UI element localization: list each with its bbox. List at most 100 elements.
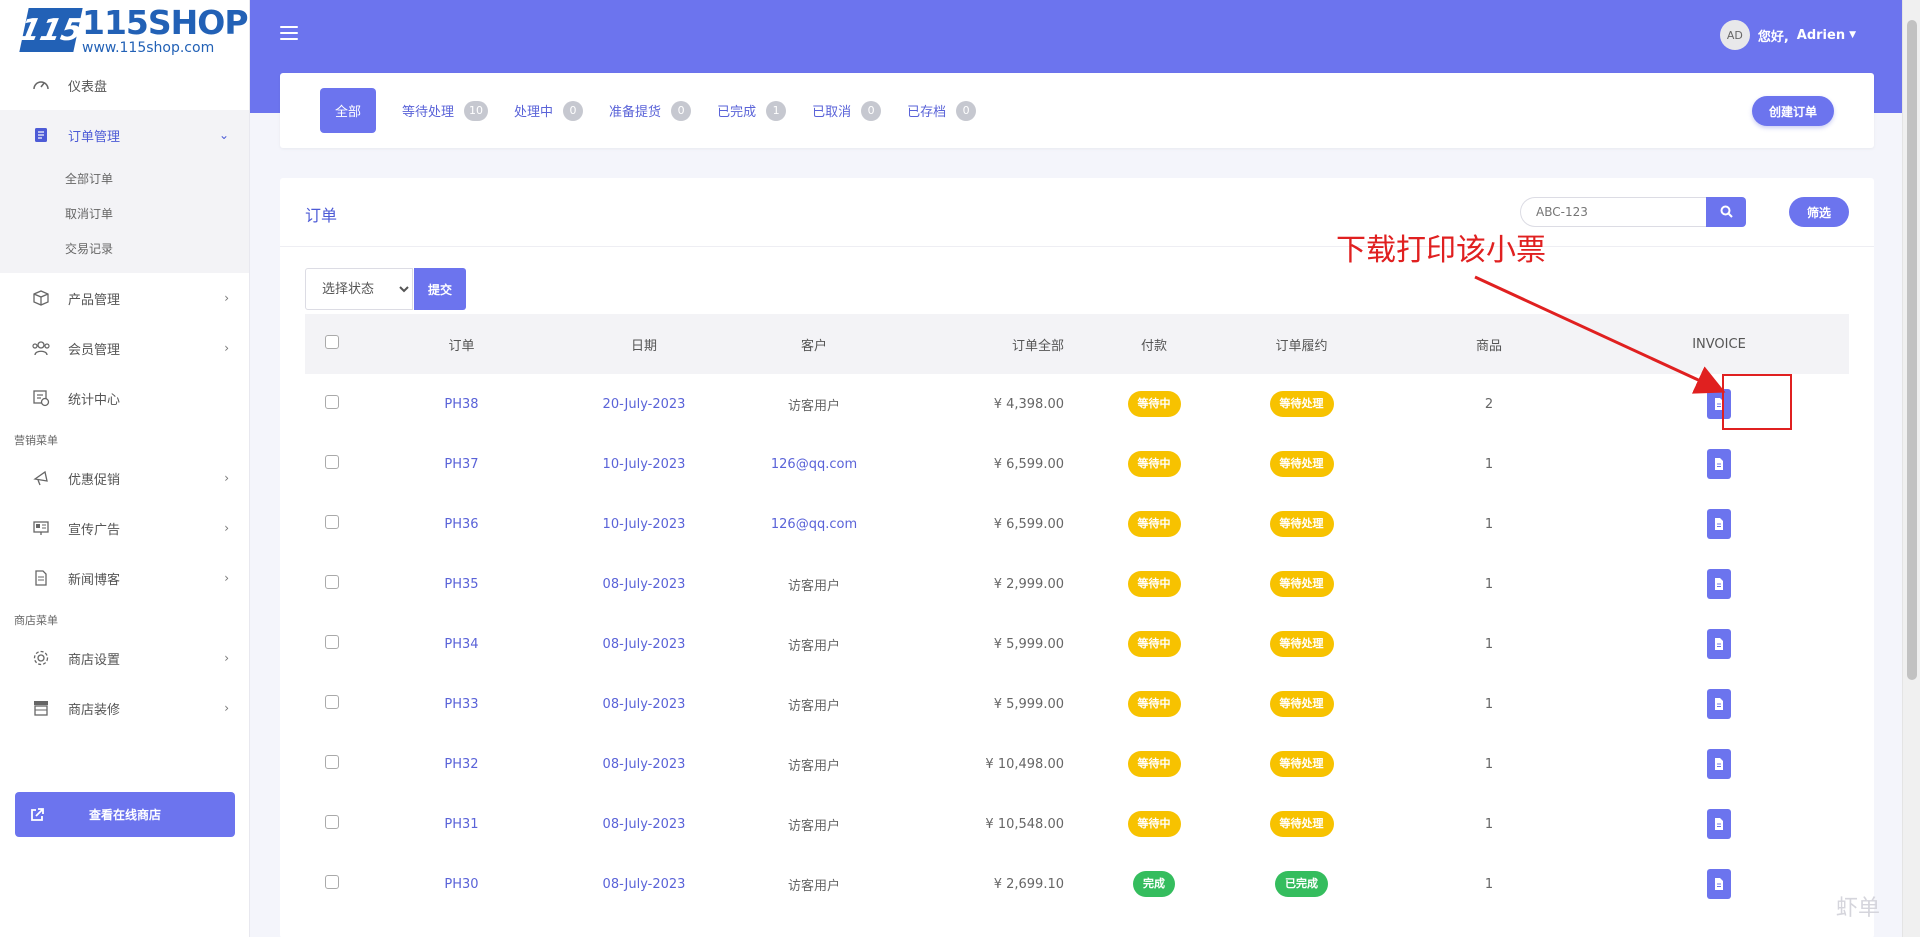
order-date[interactable]: 10-July-2023 <box>603 517 686 532</box>
order-total: ¥ 2,999.00 <box>993 576 1064 592</box>
row-checkbox[interactable] <box>325 815 339 829</box>
subnav-all-orders[interactable]: 全部订单 <box>0 162 249 197</box>
greeting: 您好, <box>1757 29 1789 45</box>
fulfillment-status-badge: 等待处理 <box>1269 451 1334 477</box>
sidebar-item-dashboard[interactable]: 仪表盘 <box>0 60 249 110</box>
table-row[interactable]: PH36 10-July-2023 126@qq.com ¥ 6,599.00 等待中 等… <box>305 494 1849 554</box>
order-date[interactable]: 08-July-2023 <box>603 697 686 712</box>
row-checkbox[interactable] <box>325 695 339 709</box>
order-date[interactable]: 08-July-2023 <box>603 877 686 892</box>
order-id-link[interactable]: PH37 <box>444 457 478 472</box>
table-row[interactable]: PH30 08-July-2023 访客用户 ¥ 2,699.10 完成 已完成 1 <box>305 854 1849 914</box>
sidebar-item-shop-settings[interactable]: 商店设置 › <box>0 633 249 683</box>
row-checkbox[interactable] <box>325 635 339 649</box>
tab-processing[interactable]: 处理中 0 <box>514 100 584 121</box>
tab-cancelled[interactable]: 已取消 0 <box>812 100 882 121</box>
order-id-link[interactable]: PH33 <box>444 697 478 712</box>
invoice-download-button[interactable] <box>1707 569 1731 599</box>
status-select[interactable]: 选择状态 <box>305 268 413 310</box>
file-icon <box>1714 698 1724 710</box>
order-date[interactable]: 08-July-2023 <box>603 817 686 832</box>
menu-toggle-icon[interactable] <box>280 26 298 42</box>
annotation-text: 下载打印该小票 <box>1336 233 1546 268</box>
invoice-download-button[interactable] <box>1707 749 1731 779</box>
tab-completed[interactable]: 已完成 1 <box>717 100 787 121</box>
search-input[interactable] <box>1520 197 1706 227</box>
subnav-transactions[interactable]: 交易记录 <box>0 232 249 267</box>
invoice-download-button[interactable] <box>1707 629 1731 659</box>
sidebar-item-statistics[interactable]: 统计中心 <box>0 373 249 423</box>
section-title-shop: 商店菜单 <box>14 614 58 627</box>
order-date[interactable]: 08-July-2023 <box>603 757 686 772</box>
order-total: ¥ 10,548.00 <box>985 816 1064 832</box>
customer[interactable]: 126@qq.com <box>771 517 857 532</box>
order-date[interactable]: 08-July-2023 <box>603 577 686 592</box>
order-id-link[interactable]: PH34 <box>444 637 478 652</box>
column-header-fulfillment: 订单履约 <box>1275 338 1328 354</box>
sidebar-item-promotions[interactable]: 优惠促销 › <box>0 453 249 503</box>
table-row[interactable]: PH38 20-July-2023 访客用户 ¥ 4,398.00 等待中 等待处理 2 <box>305 374 1849 434</box>
stats-icon <box>30 387 52 409</box>
order-date[interactable]: 08-July-2023 <box>603 637 686 652</box>
order-date[interactable]: 10-July-2023 <box>603 457 686 472</box>
subnav-cancelled-orders[interactable]: 取消订单 <box>0 197 249 232</box>
invoice-download-button[interactable] <box>1707 869 1731 899</box>
sidebar-item-orders[interactable]: 订单管理 ⌄ <box>0 110 249 160</box>
order-id-link[interactable]: PH38 <box>444 397 478 412</box>
tab-pending[interactable]: 等待处理 10 <box>402 100 489 121</box>
invoice-download-button[interactable] <box>1707 449 1731 479</box>
customer[interactable]: 126@qq.com <box>771 457 857 472</box>
row-checkbox[interactable] <box>325 575 339 589</box>
row-checkbox[interactable] <box>325 755 339 769</box>
search-button[interactable] <box>1706 197 1746 227</box>
tab-archived[interactable]: 已存档 0 <box>907 100 977 121</box>
sidebar-item-products[interactable]: 产品管理 › <box>0 273 249 323</box>
order-id-link[interactable]: PH30 <box>444 877 478 892</box>
sidebar-item-members[interactable]: 会员管理 › <box>0 323 249 373</box>
order-total: ¥ 4,398.00 <box>993 396 1064 412</box>
file-icon <box>1714 878 1724 890</box>
filter-button[interactable]: 筛选 <box>1789 197 1849 227</box>
payment-status-badge: 等待中 <box>1127 751 1181 777</box>
row-checkbox[interactable] <box>325 875 339 889</box>
fulfillment-status-badge: 等待处理 <box>1269 511 1334 537</box>
tab-all[interactable]: 全部 <box>320 88 377 133</box>
fulfillment-status-badge: 等待处理 <box>1269 811 1334 837</box>
invoice-download-button[interactable] <box>1707 509 1731 539</box>
order-date[interactable]: 20-July-2023 <box>603 397 686 412</box>
scrollbar[interactable] <box>1902 0 1920 937</box>
submit-button[interactable]: 提交 <box>414 268 466 310</box>
visit-online-shop-button[interactable]: 查看在线商店 <box>15 792 235 837</box>
table-row[interactable]: PH37 10-July-2023 126@qq.com ¥ 6,599.00 等待中 等… <box>305 434 1849 494</box>
create-order-button[interactable]: 创建订单 <box>1752 96 1834 126</box>
customer: 访客用户 <box>787 818 840 834</box>
table-row[interactable]: PH34 08-July-2023 访客用户 ¥ 5,999.00 等待中 等待处理 1 <box>305 614 1849 674</box>
brand-logo[interactable]: 115 115SHOP www.115shop.com <box>0 0 249 60</box>
user-menu[interactable]: AD 您好, Adrien ▼ <box>1719 20 1856 50</box>
scrollbar-thumb[interactable] <box>1907 20 1917 680</box>
row-checkbox[interactable] <box>325 395 339 409</box>
sidebar-item-label: 宣传广告 <box>68 522 121 538</box>
order-id-link[interactable]: PH32 <box>444 757 478 772</box>
invoice-download-button[interactable] <box>1707 689 1731 719</box>
column-header-order: 订单 <box>448 338 475 354</box>
sidebar-item-news[interactable]: 新闻博客 › <box>0 553 249 603</box>
order-id-link[interactable]: PH35 <box>444 577 478 592</box>
tab-label: 全部 <box>335 105 362 120</box>
tab-ready-for-pickup[interactable]: 准备提货 0 <box>609 100 692 121</box>
sidebar-item-shop-decoration[interactable]: 商店装修 › <box>0 683 249 733</box>
order-id-link[interactable]: PH36 <box>444 517 478 532</box>
table-row[interactable]: PH35 08-July-2023 访客用户 ¥ 2,999.00 等待中 等待处理 1 <box>305 554 1849 614</box>
item-count: 2 <box>1484 396 1494 412</box>
row-checkbox[interactable] <box>325 455 339 469</box>
invoice-download-button[interactable] <box>1707 809 1731 839</box>
select-all-checkbox[interactable] <box>325 335 339 349</box>
row-checkbox[interactable] <box>325 515 339 529</box>
tab-label: 已取消 <box>812 105 852 120</box>
table-row[interactable]: PH33 08-July-2023 访客用户 ¥ 5,999.00 等待中 等待处理 1 <box>305 674 1849 734</box>
order-id-link[interactable]: PH31 <box>444 817 478 832</box>
sidebar-item-ads[interactable]: 宣传广告 › <box>0 503 249 553</box>
table-row[interactable]: PH32 08-July-2023 访客用户 ¥ 10,498.00 等待中 等待处理 1 <box>305 734 1849 794</box>
table-row[interactable]: PH31 08-July-2023 访客用户 ¥ 10,548.00 等待中 等待处理 1 <box>305 794 1849 854</box>
customer: 访客用户 <box>787 398 840 414</box>
